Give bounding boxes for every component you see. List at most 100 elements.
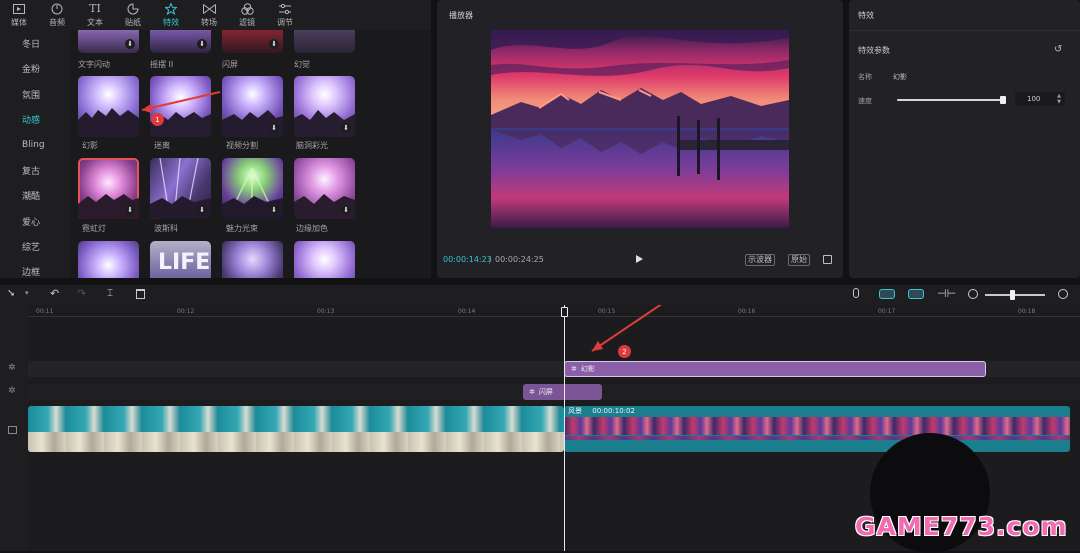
ruler-tick: 00:16	[738, 308, 756, 315]
undo-icon[interactable]: ↶	[50, 287, 59, 300]
video-clip-2[interactable]: 风景 00:00:10:02	[564, 406, 1070, 452]
clip-thumbnail-strip	[28, 432, 564, 452]
download-icon[interactable]: ⬇	[341, 205, 351, 215]
effect-thumb[interactable]	[294, 30, 355, 53]
tool-media-label: 媒体	[11, 18, 27, 27]
tool-audio[interactable]: 音频	[38, 0, 76, 30]
divider	[849, 30, 1080, 31]
download-icon[interactable]: ⬇	[269, 205, 279, 215]
redo-icon[interactable]: ↷	[77, 287, 86, 300]
ruler-tick: 00:18	[1018, 308, 1036, 315]
effect-thumb[interactable]	[78, 241, 139, 278]
effect-label: 闪屏	[222, 60, 238, 69]
select-tool-icon[interactable]: ➘	[7, 288, 15, 299]
tool-effects[interactable]: 特效	[152, 0, 190, 30]
category-item[interactable]: 爱心	[0, 208, 70, 233]
zoom-in-icon[interactable]	[1058, 289, 1068, 299]
snap-toggle-icon[interactable]	[908, 289, 924, 299]
time-separator: |	[488, 255, 491, 264]
tool-filter[interactable]: 滤镜	[228, 0, 266, 30]
effect-label: 魅力光束	[226, 224, 258, 233]
tool-sticker-label: 贴纸	[125, 18, 141, 27]
ruler-tick: 00:15	[598, 308, 616, 315]
preview-axis-icon[interactable]: ⊣⊢	[937, 287, 956, 300]
video-clip-name: 风景	[568, 407, 582, 415]
download-icon[interactable]: ⬇	[125, 205, 135, 215]
download-icon[interactable]: ⬇	[197, 205, 207, 215]
speed-slider-track[interactable]	[897, 99, 1003, 101]
download-icon[interactable]: ⬇	[269, 123, 279, 133]
category-item[interactable]: 潮酷	[0, 183, 70, 208]
effect-thumb[interactable]: ⬇	[222, 76, 283, 137]
effect-label: 霓虹灯	[82, 224, 106, 233]
fullscreen-icon[interactable]	[823, 255, 832, 264]
category-item[interactable]: 冬日	[0, 30, 70, 56]
tool-transition[interactable]: 转场	[190, 0, 228, 30]
tool-adjust[interactable]: 调节	[266, 0, 304, 30]
effect-thumb[interactable]	[294, 241, 355, 278]
split-icon[interactable]: ⌶	[107, 288, 113, 299]
effect-label: 脑洞彩光	[296, 141, 328, 150]
microphone-icon[interactable]	[853, 288, 859, 298]
scope-button[interactable]: 示波器	[745, 254, 775, 266]
tool-sticker[interactable]: 贴纸	[114, 0, 152, 30]
playhead[interactable]	[564, 305, 565, 551]
effect-thumb[interactable]: LIFE	[150, 241, 211, 278]
effect-thumb-phantom[interactable]	[78, 76, 139, 137]
effect-clip-flash[interactable]: ✲ 闪屏	[523, 384, 602, 400]
tool-text[interactable]: TI 文本	[76, 0, 114, 30]
tool-media[interactable]: 媒体	[0, 0, 38, 30]
svg-text:LIFE: LIFE	[158, 250, 210, 275]
tool-adjust-label: 调节	[277, 18, 293, 27]
play-button[interactable]	[636, 255, 643, 263]
transition-icon	[202, 2, 216, 15]
video-track-icon	[8, 426, 17, 434]
link-toggle-icon[interactable]	[879, 289, 895, 299]
chevron-down-icon[interactable]: ▾	[25, 289, 29, 297]
download-icon[interactable]: ⬇	[197, 39, 207, 49]
speed-input[interactable]: 100 ▲ ▼	[1015, 92, 1065, 106]
download-icon[interactable]: ⬇	[341, 123, 351, 133]
video-clip-label: 风景 00:00:10:02	[568, 406, 635, 416]
effect-thumb[interactable]: ⬇	[294, 76, 355, 137]
original-button[interactable]: 原始	[788, 254, 810, 266]
category-item[interactable]: 氛围	[0, 81, 70, 106]
effects-grid: ⬇ ⬇ ⬇ 文字闪动 摇摆 II 闪屏 幻觉 ⬇ ⬇ 幻影 迷离 视频分割 脑洞…	[70, 30, 431, 278]
name-value: 幻影	[893, 73, 907, 81]
video-clip-1[interactable]	[28, 406, 564, 452]
effect-thumb[interactable]: ⬇	[150, 158, 211, 219]
effect-thumb[interactable]	[150, 76, 211, 137]
category-item[interactable]: 边框	[0, 259, 70, 284]
effect-thumb[interactable]: ⬇	[222, 158, 283, 219]
category-item[interactable]: Bling	[0, 132, 70, 157]
category-item-active[interactable]: 动感	[0, 107, 70, 132]
category-item[interactable]: 金粉	[0, 56, 70, 81]
zoom-slider-track[interactable]	[985, 294, 1045, 296]
name-label: 名称	[858, 73, 872, 81]
video-preview[interactable]	[491, 30, 789, 228]
effect-thumb[interactable]: ⬇	[222, 30, 283, 53]
tool-effects-label: 特效	[163, 18, 179, 27]
download-icon[interactable]: ⬇	[269, 39, 279, 49]
speed-slider-handle[interactable]	[1000, 96, 1006, 104]
ruler-tick: 00:11	[36, 308, 54, 315]
reset-icon[interactable]: ↺	[1054, 44, 1062, 55]
effect-thumb[interactable]: ⬇	[294, 158, 355, 219]
effect-thumb[interactable]: ⬇	[78, 158, 139, 219]
effect-thumb[interactable]: ⬇	[150, 30, 211, 53]
effect-clip-phantom[interactable]: ✲ 幻影	[564, 361, 986, 377]
category-item[interactable]: 复古	[0, 158, 70, 183]
zoom-slider-handle[interactable]	[1010, 290, 1015, 300]
playhead-handle[interactable]	[561, 307, 568, 317]
zoom-out-icon[interactable]	[968, 289, 978, 299]
stepper-arrows[interactable]: ▲ ▼	[1057, 93, 1061, 105]
ruler-baseline	[28, 316, 1080, 317]
effect-thumb[interactable]	[222, 241, 283, 278]
text-icon: TI	[89, 2, 101, 15]
category-item[interactable]: 综艺	[0, 234, 70, 259]
watermark-logo: GAME773.com	[855, 512, 1068, 541]
audio-icon	[50, 2, 64, 15]
download-icon[interactable]: ⬇	[125, 39, 135, 49]
delete-icon[interactable]	[136, 289, 145, 299]
effect-thumb[interactable]: ⬇	[78, 30, 139, 53]
